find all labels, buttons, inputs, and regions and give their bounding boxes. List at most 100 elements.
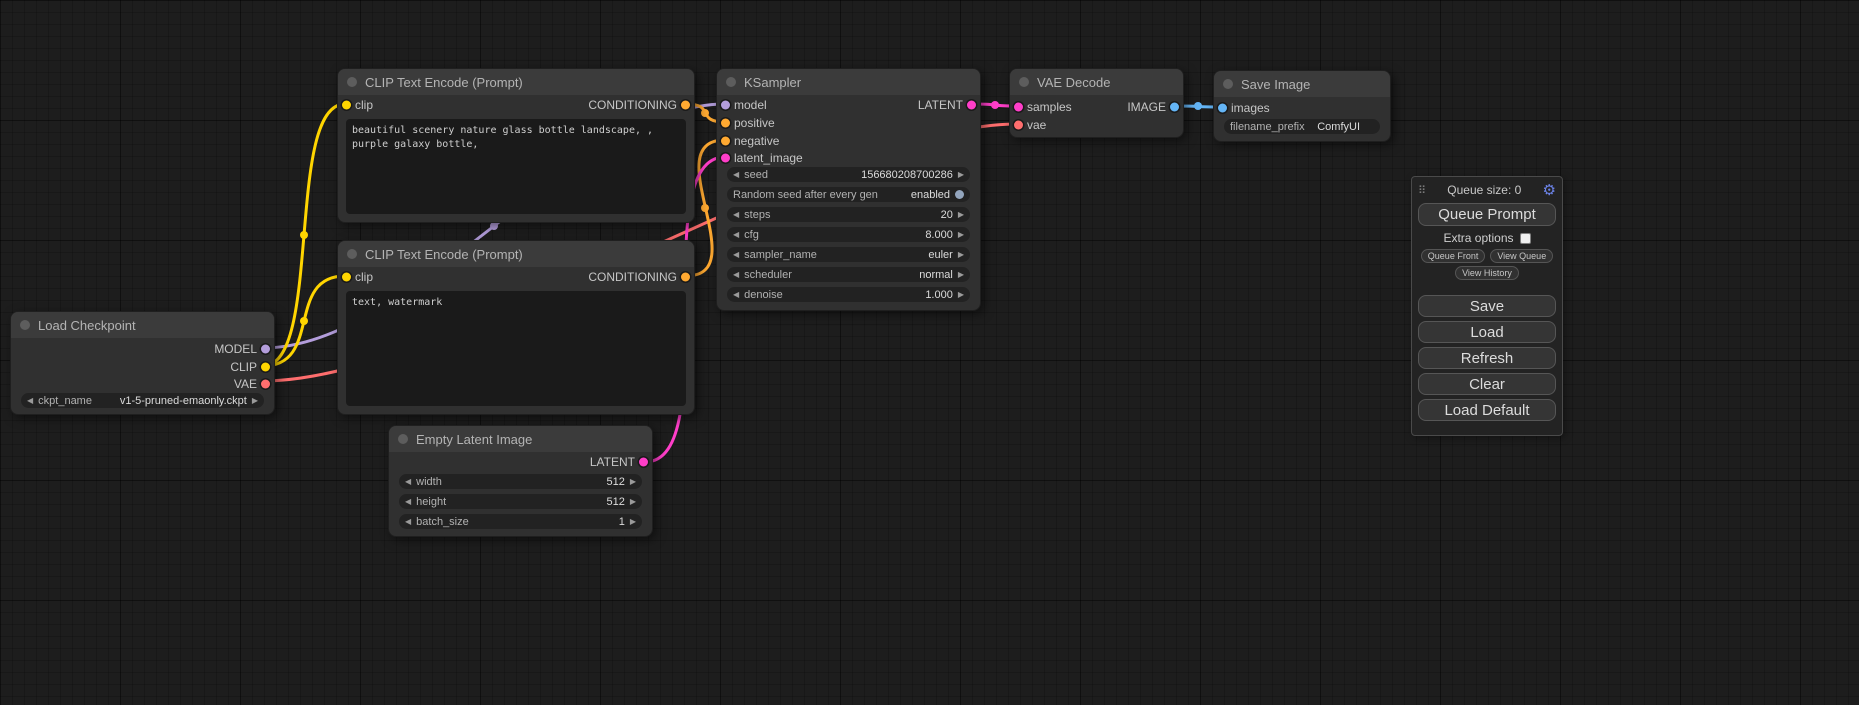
collapse-dot[interactable]	[398, 434, 408, 444]
sampler-name-widget[interactable]: ◀ sampler_name euler ▶	[727, 247, 970, 262]
vae-output-port[interactable]	[261, 380, 270, 389]
load-default-button[interactable]: Load Default	[1418, 399, 1556, 421]
height-widget[interactable]: ◀ height 512 ▶	[399, 494, 642, 509]
negative-prompt-textarea[interactable]: text, watermark	[346, 291, 686, 406]
conditioning-output-port[interactable]	[681, 101, 690, 110]
denoise-widget[interactable]: ◀ denoise 1.000 ▶	[727, 287, 970, 302]
decrement-arrow-icon[interactable]: ◀	[733, 251, 739, 259]
cfg-widget[interactable]: ◀ cfg 8.000 ▶	[727, 227, 970, 242]
extra-options-checkbox[interactable]	[1520, 233, 1531, 244]
decrement-arrow-icon[interactable]: ◀	[27, 397, 33, 405]
refresh-button[interactable]: Refresh	[1418, 347, 1556, 369]
slot-row: vae	[1010, 116, 1183, 134]
node-title-bar[interactable]: KSampler	[717, 69, 980, 95]
collapse-dot[interactable]	[347, 249, 357, 259]
node-title: Load Checkpoint	[38, 318, 136, 333]
collapse-dot[interactable]	[1223, 79, 1233, 89]
decrement-arrow-icon[interactable]: ◀	[405, 498, 411, 506]
random-seed-toggle-widget[interactable]: Random seed after every gen enabled	[727, 187, 970, 202]
node-title-bar[interactable]: Empty Latent Image	[389, 426, 652, 452]
clip-input-port[interactable]	[342, 273, 351, 282]
model-input-port[interactable]	[721, 101, 730, 110]
images-input-port[interactable]	[1218, 104, 1227, 113]
increment-arrow-icon[interactable]: ▶	[958, 271, 964, 279]
increment-arrow-icon[interactable]: ▶	[958, 211, 964, 219]
node-load-checkpoint[interactable]: Load Checkpoint MODEL CLIP VAE ◀ ckpt_na…	[10, 311, 275, 415]
filename-prefix-widget[interactable]: filename_prefix ComfyUI	[1224, 119, 1380, 134]
link-midpoint-dot	[490, 222, 498, 230]
view-queue-button[interactable]: View Queue	[1490, 249, 1553, 263]
increment-arrow-icon[interactable]: ▶	[630, 478, 636, 486]
node-title-bar[interactable]: CLIP Text Encode (Prompt)	[338, 241, 694, 267]
input-label-images: images	[1231, 101, 1270, 115]
settings-gear-icon[interactable]: ⚙	[1543, 183, 1556, 198]
view-history-button[interactable]: View History	[1455, 266, 1519, 280]
node-ksampler[interactable]: KSampler model LATENT positive negative …	[716, 68, 981, 311]
decrement-arrow-icon[interactable]: ◀	[733, 231, 739, 239]
collapse-dot[interactable]	[20, 320, 30, 330]
scheduler-widget[interactable]: ◀ scheduler normal ▶	[727, 267, 970, 282]
queue-prompt-button[interactable]: Queue Prompt	[1418, 203, 1556, 226]
decrement-arrow-icon[interactable]: ◀	[405, 478, 411, 486]
collapse-dot[interactable]	[347, 77, 357, 87]
batch-size-widget[interactable]: ◀ batch_size 1 ▶	[399, 514, 642, 529]
increment-arrow-icon[interactable]: ▶	[252, 397, 258, 405]
increment-arrow-icon[interactable]: ▶	[958, 251, 964, 259]
clip-output-port[interactable]	[261, 363, 270, 372]
node-title-bar[interactable]: VAE Decode	[1010, 69, 1183, 95]
clip-input-port[interactable]	[342, 101, 351, 110]
positive-input-port[interactable]	[721, 119, 730, 128]
increment-arrow-icon[interactable]: ▶	[630, 518, 636, 526]
conditioning-output-port[interactable]	[681, 273, 690, 282]
drag-handle-icon[interactable]: ⠿	[1418, 184, 1426, 197]
output-label-latent: LATENT	[918, 98, 963, 112]
increment-arrow-icon[interactable]: ▶	[958, 231, 964, 239]
queue-front-button[interactable]: Queue Front	[1421, 249, 1486, 263]
toggle-indicator[interactable]	[955, 190, 964, 199]
collapse-dot[interactable]	[726, 77, 736, 87]
increment-arrow-icon[interactable]: ▶	[958, 291, 964, 299]
queue-panel[interactable]: ⠿ Queue size: 0 ⚙ Queue Prompt Extra opt…	[1411, 176, 1563, 436]
widget-label: denoise	[744, 289, 783, 301]
widget-value: 8.000	[925, 229, 953, 241]
clear-button[interactable]: Clear	[1418, 373, 1556, 395]
node-title-bar[interactable]: CLIP Text Encode (Prompt)	[338, 69, 694, 95]
decrement-arrow-icon[interactable]: ◀	[733, 171, 739, 179]
spacer	[1418, 283, 1556, 291]
widget-label: height	[416, 496, 446, 508]
latent-output-port[interactable]	[639, 458, 648, 467]
model-output-port[interactable]	[261, 345, 270, 354]
decrement-arrow-icon[interactable]: ◀	[733, 271, 739, 279]
negative-input-port[interactable]	[721, 137, 730, 146]
node-save-image[interactable]: Save Image images filename_prefix ComfyU…	[1213, 70, 1391, 142]
decrement-arrow-icon[interactable]: ◀	[733, 211, 739, 219]
node-empty-latent-image[interactable]: Empty Latent Image LATENT ◀ width 512 ▶ …	[388, 425, 653, 537]
node-clip-text-encode-negative[interactable]: CLIP Text Encode (Prompt) clip CONDITION…	[337, 240, 695, 415]
ckpt-name-widget[interactable]: ◀ ckpt_name v1-5-pruned-emaonly.ckpt ▶	[21, 393, 264, 408]
node-title-bar[interactable]: Load Checkpoint	[11, 312, 274, 338]
positive-prompt-textarea[interactable]: beautiful scenery nature glass bottle la…	[346, 119, 686, 214]
image-output-port[interactable]	[1170, 103, 1179, 112]
collapse-dot[interactable]	[1019, 77, 1029, 87]
samples-input-port[interactable]	[1014, 103, 1023, 112]
save-button[interactable]: Save	[1418, 295, 1556, 317]
node-title: VAE Decode	[1037, 75, 1110, 90]
widget-label: Random seed after every gen	[733, 189, 878, 201]
graph-canvas[interactable]: Load Checkpoint MODEL CLIP VAE ◀ ckpt_na…	[0, 0, 1859, 705]
decrement-arrow-icon[interactable]: ◀	[733, 291, 739, 299]
vae-input-port[interactable]	[1014, 121, 1023, 130]
latent-output-port[interactable]	[967, 101, 976, 110]
latent-image-input-port[interactable]	[721, 154, 730, 163]
increment-arrow-icon[interactable]: ▶	[958, 171, 964, 179]
steps-widget[interactable]: ◀ steps 20 ▶	[727, 207, 970, 222]
decrement-arrow-icon[interactable]: ◀	[405, 518, 411, 526]
width-widget[interactable]: ◀ width 512 ▶	[399, 474, 642, 489]
node-vae-decode[interactable]: VAE Decode samples IMAGE vae	[1009, 68, 1184, 138]
load-button[interactable]: Load	[1418, 321, 1556, 343]
node-clip-text-encode-positive[interactable]: CLIP Text Encode (Prompt) clip CONDITION…	[337, 68, 695, 223]
increment-arrow-icon[interactable]: ▶	[630, 498, 636, 506]
seed-widget[interactable]: ◀ seed 156680208700286 ▶	[727, 167, 970, 182]
node-title-bar[interactable]: Save Image	[1214, 71, 1390, 97]
link-midpoint-dot	[300, 317, 308, 325]
slot-row: clip CONDITIONING	[338, 268, 694, 286]
